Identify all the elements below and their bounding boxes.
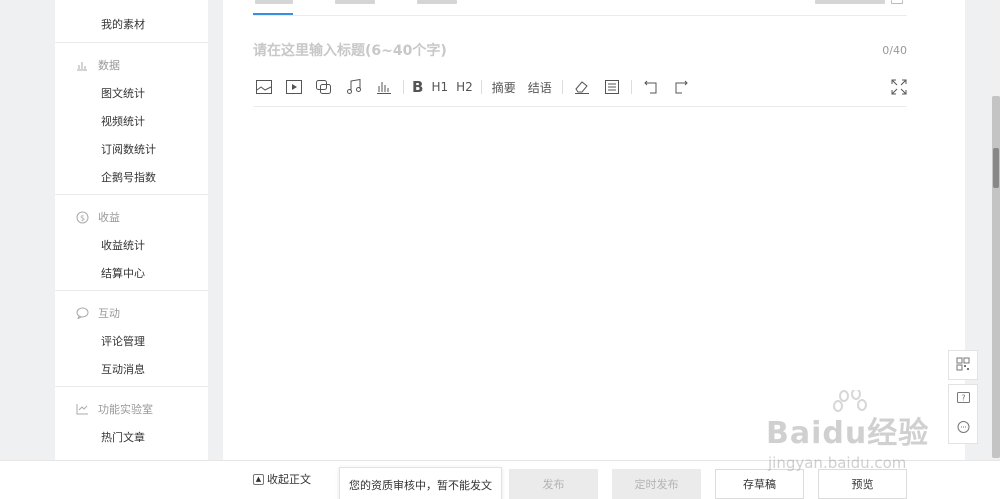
chat-bubble-icon	[75, 306, 89, 320]
watermark-brand: Baidu经验	[766, 416, 930, 451]
sidebar-item-settlement-center[interactable]: 结算中心	[101, 265, 145, 281]
sidebar-item-income-stats[interactable]: 收益统计	[101, 237, 145, 253]
sidebar-item-subscription-stats[interactable]: 订阅数统计	[101, 141, 156, 157]
sidebar-divider	[55, 194, 208, 195]
editor-toolbar: B H1 H2 摘要 结语	[253, 74, 700, 100]
scheduled-publish-button[interactable]: 定时发布	[612, 469, 701, 499]
original-checkbox[interactable]	[891, 0, 903, 4]
help-feedback-group: ?	[948, 384, 978, 444]
collapse-body-toggle[interactable]: ▲ 收起正文	[253, 471, 311, 487]
svg-text:?: ?	[961, 393, 965, 402]
sidebar-item-video-stats[interactable]: 视频统计	[101, 113, 145, 129]
lab-chart-icon	[75, 402, 89, 416]
sidebar-item-my-materials[interactable]: 我的素材	[101, 16, 145, 32]
qr-code-button[interactable]	[948, 350, 978, 380]
sidebar-item-interaction-messages[interactable]: 互动消息	[101, 361, 145, 377]
dollar-circle-icon: $	[75, 210, 89, 224]
sidebar-group-label: 收益	[98, 211, 120, 224]
undo-icon[interactable]	[640, 75, 662, 99]
bold-button[interactable]: B	[412, 75, 423, 99]
insert-image-icon[interactable]	[253, 75, 275, 99]
fullscreen-icon[interactable]	[891, 79, 907, 95]
tab-video-publish[interactable]	[417, 0, 457, 4]
sidebar-divider	[55, 386, 208, 387]
sidebar-item-hot-articles[interactable]: 热门文章	[101, 429, 145, 445]
sidebar-group-label: 功能实验室	[98, 403, 153, 416]
sidebar-group-label: 数据	[98, 59, 120, 72]
insert-video-icon[interactable]	[283, 75, 305, 99]
sidebar-item-comment-management[interactable]: 评论管理	[101, 333, 145, 349]
sidebar-group-interaction: 互动	[75, 305, 120, 321]
sidebar-group-income: $ 收益	[75, 209, 120, 225]
review-pending-tooltip: 您的资质审核中，暂不能发文	[339, 467, 502, 499]
redo-icon[interactable]	[670, 75, 692, 99]
sidebar-group-data: 数据	[75, 57, 120, 73]
insert-chart-icon[interactable]	[373, 75, 395, 99]
toolbar-divider	[561, 80, 563, 94]
sidebar-divider	[55, 290, 208, 291]
sidebar-group-lab: 功能实验室	[75, 401, 153, 417]
sidebar-item-article-stats[interactable]: 图文统计	[101, 85, 145, 101]
watermark-url: jingyan.baidu.com	[768, 454, 907, 472]
toolbar-divider	[630, 80, 632, 94]
insert-gallery-icon[interactable]	[313, 75, 335, 99]
bar-chart-icon	[75, 58, 89, 72]
toolbar-divider	[480, 80, 482, 94]
feedback-icon[interactable]	[957, 420, 970, 437]
insert-music-icon[interactable]	[343, 75, 365, 99]
heading2-button[interactable]: H2	[456, 75, 473, 99]
svg-text:$: $	[79, 213, 84, 222]
heading1-button[interactable]: H1	[431, 75, 448, 99]
toolbar-divider-line	[253, 106, 907, 107]
tabs-divider	[253, 15, 907, 16]
baidu-jingyan-watermark: Baidu经验 jingyan.baidu.com	[766, 388, 950, 478]
tab-gallery-publish[interactable]	[335, 0, 375, 4]
qr-code-icon	[956, 357, 970, 374]
sidebar-group-label: 互动	[98, 307, 120, 320]
help-icon[interactable]: ?	[956, 391, 970, 408]
sidebar-item-penguin-index[interactable]: 企鹅号指数	[101, 169, 156, 185]
eraser-icon[interactable]	[571, 75, 593, 99]
toolbar-divider	[403, 80, 404, 94]
collapse-body-label: 收起正文	[267, 473, 311, 486]
tab-article-publish[interactable]	[255, 0, 293, 4]
title-char-counter: 0/40	[882, 44, 907, 57]
paragraph-format-icon[interactable]	[601, 75, 623, 99]
sidebar-divider	[55, 42, 208, 43]
scrollbar-grip[interactable]	[993, 148, 999, 188]
sidebar: 我的素材 数据 图文统计 视频统计 订阅数统计 企鹅号指数 $ 收益 收益统计 …	[55, 0, 208, 460]
original-declaration-label	[815, 0, 885, 4]
summary-button[interactable]: 摘要	[490, 75, 518, 99]
collapse-arrow-icon: ▲	[253, 473, 264, 485]
publish-button[interactable]: 发布	[509, 469, 598, 499]
title-input[interactable]: 请在这里输入标题(6~40个字)	[253, 40, 447, 60]
conclusion-button[interactable]: 结语	[526, 75, 554, 99]
